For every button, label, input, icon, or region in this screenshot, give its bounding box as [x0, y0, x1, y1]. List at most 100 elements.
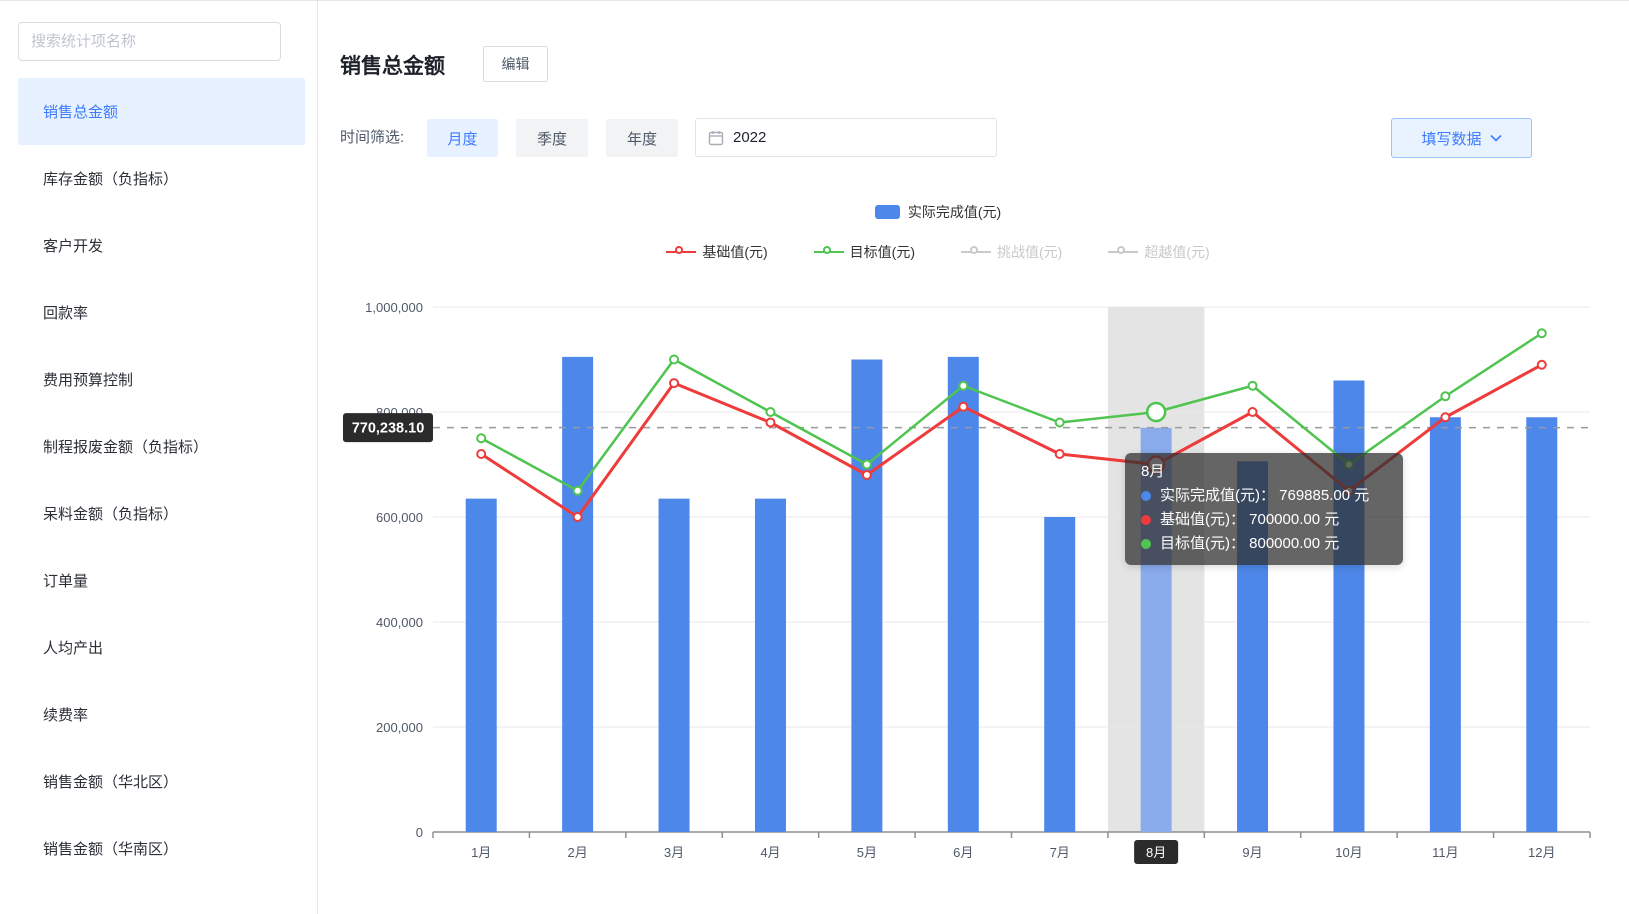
- point-1-9月[interactable]: [1249, 382, 1257, 390]
- sidebar-item-1[interactable]: 库存金额（负指标）: [18, 145, 305, 212]
- tooltip-month: 8月: [1141, 460, 1387, 484]
- legend-item-0[interactable]: 基础值(元): [666, 242, 767, 262]
- legend-line-marker: [961, 247, 991, 257]
- chart-text: 400,000: [376, 615, 423, 630]
- time-filter-label: 时间筛选:: [340, 119, 404, 157]
- chart-tooltip: 8月 实际完成值(元)： 769885.00 元基础值(元)： 700000.0…: [1125, 453, 1403, 565]
- point-0-4月[interactable]: [766, 419, 774, 427]
- point-0-7月[interactable]: [1056, 450, 1064, 458]
- tab-yearly[interactable]: 年度: [606, 119, 678, 157]
- year-picker[interactable]: 2022: [695, 118, 997, 157]
- legend-item-label: 基础值(元): [702, 242, 767, 262]
- tooltip-row-text: 目标值(元)： 800000.00 元: [1160, 532, 1339, 556]
- sidebar-list: 销售总金额库存金额（负指标）客户开发回款率费用预算控制制程报废金额（负指标）呆料…: [0, 78, 318, 882]
- legend-line-marker: [814, 247, 844, 257]
- point-1-2月[interactable]: [574, 487, 582, 495]
- point-0-9月[interactable]: [1249, 408, 1257, 416]
- tooltip-series-dot: [1141, 491, 1151, 501]
- chart-text: 1月: [471, 845, 491, 860]
- point-0-5月[interactable]: [863, 471, 871, 479]
- sidebar-item-10[interactable]: 销售金额（华北区）: [18, 748, 305, 815]
- sidebar: 销售总金额库存金额（负指标）客户开发回款率费用预算控制制程报废金额（负指标）呆料…: [0, 1, 318, 914]
- chart-text: 12月: [1528, 845, 1555, 860]
- chart-text: 8月: [1146, 845, 1166, 860]
- chart-text: 0: [416, 825, 423, 840]
- legend-line-marker: [666, 247, 696, 257]
- chart-text: 2月: [568, 845, 588, 860]
- legend-item-label: 超越值(元): [1144, 242, 1209, 262]
- chart-text: 3月: [664, 845, 684, 860]
- sidebar-item-6[interactable]: 呆料金额（负指标）: [18, 480, 305, 547]
- fill-data-button[interactable]: 填写数据: [1391, 118, 1532, 158]
- bar-10月[interactable]: [1333, 381, 1364, 833]
- point-0-2月[interactable]: [574, 513, 582, 521]
- point-1-7月[interactable]: [1056, 419, 1064, 427]
- point-0-1月[interactable]: [477, 450, 485, 458]
- bar-legend-label: 实际完成值(元): [908, 202, 1001, 222]
- point-1-8月[interactable]: [1147, 403, 1165, 421]
- chart-text: 770,238.10: [352, 421, 425, 437]
- point-1-3月[interactable]: [670, 356, 678, 364]
- edit-button[interactable]: 编辑: [483, 46, 548, 82]
- tab-quarterly[interactable]: 季度: [516, 119, 588, 157]
- point-1-1月[interactable]: [477, 434, 485, 442]
- sidebar-item-3[interactable]: 回款率: [18, 279, 305, 346]
- legend-item-2[interactable]: 挑战值(元): [961, 242, 1062, 262]
- chevron-down-icon: [1490, 134, 1502, 142]
- legend-line-series: 基础值(元) 目标值(元) 挑战值(元) 超越值(元): [330, 242, 1546, 262]
- bar-5月[interactable]: [851, 360, 882, 833]
- sidebar-item-5[interactable]: 制程报废金额（负指标）: [18, 413, 305, 480]
- bar-3月[interactable]: [659, 499, 690, 832]
- fill-data-label: 填写数据: [1421, 128, 1481, 149]
- bar-12月[interactable]: [1526, 417, 1557, 832]
- bar-1月[interactable]: [466, 499, 497, 832]
- chart-text: 7月: [1050, 845, 1070, 860]
- bar-7月[interactable]: [1044, 517, 1075, 832]
- point-0-3月[interactable]: [670, 379, 678, 387]
- sales-chart: 0200,000400,000600,000800,0001,000,00077…: [330, 286, 1629, 886]
- point-0-12月[interactable]: [1538, 361, 1546, 369]
- legend-item-3[interactable]: 超越值(元): [1108, 242, 1209, 262]
- sidebar-item-2[interactable]: 客户开发: [18, 212, 305, 279]
- sidebar-item-11[interactable]: 销售金额（华南区）: [18, 815, 305, 882]
- sidebar-item-4[interactable]: 费用预算控制: [18, 346, 305, 413]
- point-1-6月[interactable]: [959, 382, 967, 390]
- sidebar-item-7[interactable]: 订单量: [18, 547, 305, 614]
- tooltip-row-2: 目标值(元)： 800000.00 元: [1141, 532, 1387, 556]
- page-title: 销售总金额: [340, 50, 445, 80]
- sidebar-item-8[interactable]: 人均产出: [18, 614, 305, 681]
- tooltip-row-text: 基础值(元)： 700000.00 元: [1160, 508, 1339, 532]
- point-1-12月[interactable]: [1538, 329, 1546, 337]
- tooltip-row-0: 实际完成值(元)： 769885.00 元: [1141, 484, 1387, 508]
- point-1-11月[interactable]: [1441, 392, 1449, 400]
- bar-legend-swatch: [875, 205, 900, 219]
- tooltip-row-1: 基础值(元)： 700000.00 元: [1141, 508, 1387, 532]
- bar-11月[interactable]: [1430, 417, 1461, 832]
- chart-text: 11月: [1432, 845, 1459, 860]
- point-0-6月[interactable]: [959, 403, 967, 411]
- chart-area: 0200,000400,000600,000800,0001,000,00077…: [330, 286, 1629, 886]
- tooltip-series-dot: [1141, 539, 1151, 549]
- chart-text: 4月: [760, 845, 780, 860]
- tab-monthly[interactable]: 月度: [427, 119, 498, 157]
- chart-text: 1,000,000: [365, 300, 423, 315]
- tooltip-row-text: 实际完成值(元)： 769885.00 元: [1160, 484, 1369, 508]
- legend-item-label: 目标值(元): [850, 242, 915, 262]
- chart-text: 5月: [857, 845, 877, 860]
- chart-text: 600,000: [376, 510, 423, 525]
- point-1-5月[interactable]: [863, 461, 871, 469]
- dashboard-page: 销售总金额库存金额（负指标）客户开发回款率费用预算控制制程报废金额（负指标）呆料…: [0, 0, 1629, 914]
- chart-text: 6月: [953, 845, 973, 860]
- point-0-11月[interactable]: [1441, 413, 1449, 421]
- bar-4月[interactable]: [755, 499, 786, 832]
- tooltip-series-dot: [1141, 515, 1151, 525]
- chart-text: 200,000: [376, 720, 423, 735]
- point-1-4月[interactable]: [766, 408, 774, 416]
- legend-bar-series[interactable]: 实际完成值(元): [330, 202, 1546, 222]
- chart-text: 10月: [1335, 845, 1362, 860]
- search-input[interactable]: [18, 22, 281, 61]
- legend-item-label: 挑战值(元): [997, 242, 1062, 262]
- legend-item-1[interactable]: 目标值(元): [814, 242, 915, 262]
- sidebar-item-9[interactable]: 续费率: [18, 681, 305, 748]
- sidebar-item-0[interactable]: 销售总金额: [18, 78, 305, 145]
